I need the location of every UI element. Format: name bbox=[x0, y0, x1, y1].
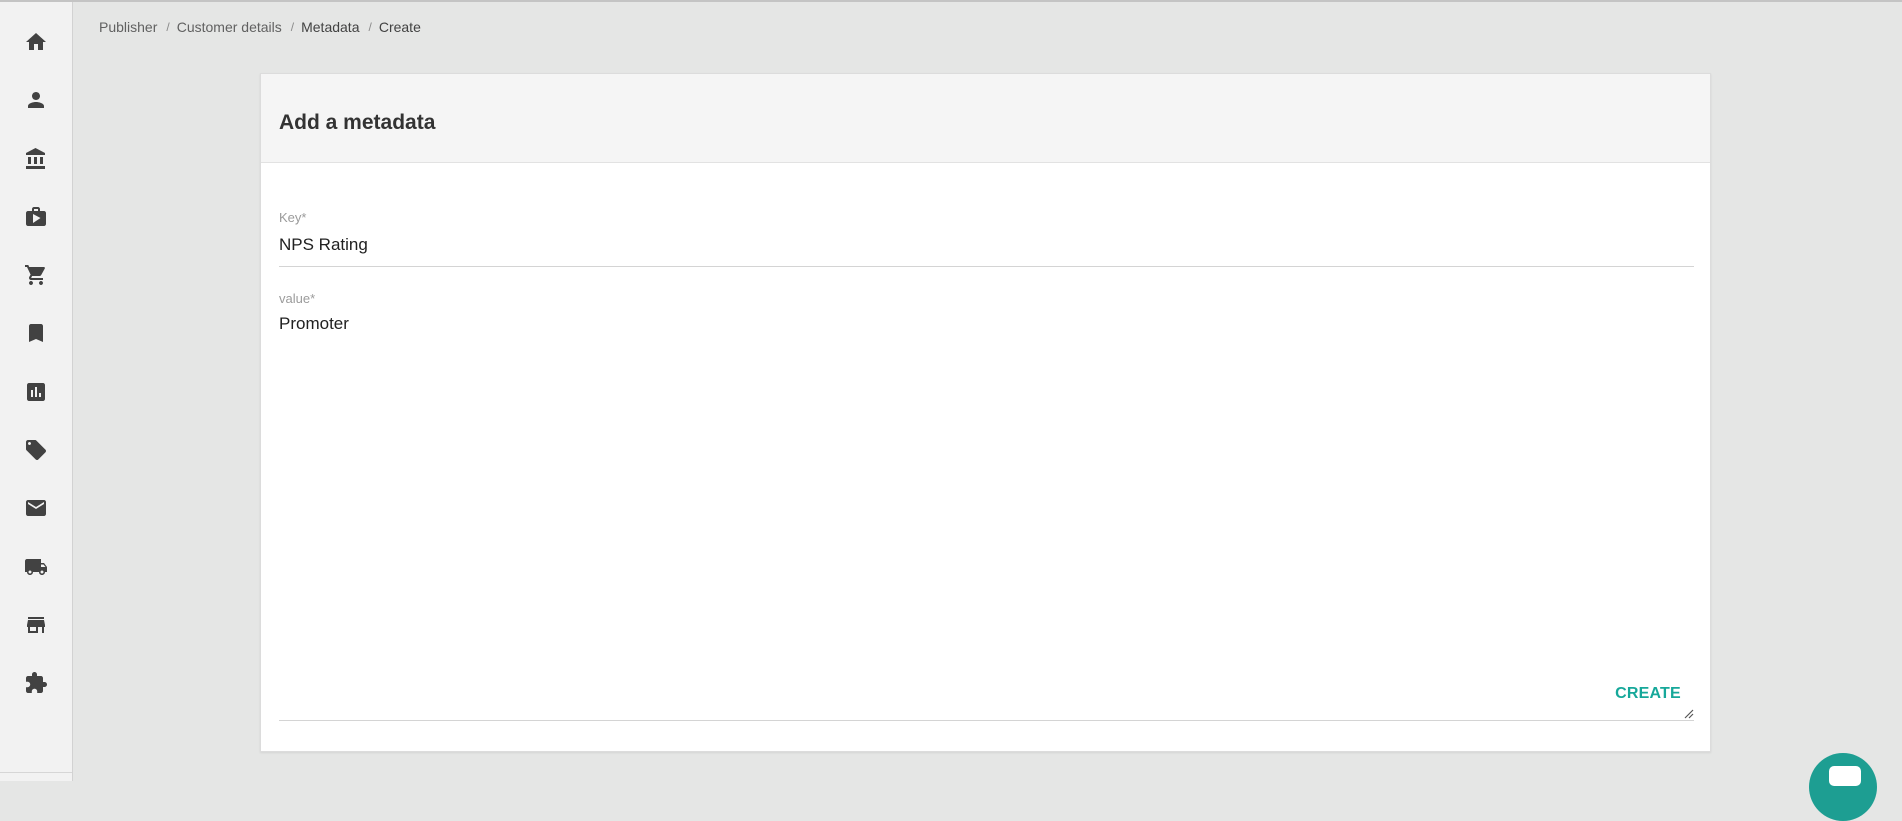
sidebar-item-integrations[interactable] bbox=[0, 654, 72, 712]
sidebar-item-messages[interactable] bbox=[0, 479, 72, 537]
value-label: value* bbox=[279, 291, 316, 306]
value-textarea[interactable]: Promoter bbox=[279, 311, 1694, 716]
cart-icon bbox=[25, 265, 45, 285]
truck-icon bbox=[25, 559, 47, 575]
home-icon bbox=[26, 33, 46, 50]
bank-icon bbox=[26, 148, 45, 169]
key-field: Key* bbox=[279, 210, 1694, 267]
top-border bbox=[0, 0, 1902, 2]
chat-launcher-button[interactable] bbox=[1809, 753, 1877, 821]
breadcrumb-publisher[interactable]: Publisher bbox=[99, 19, 157, 35]
breadcrumb-separator: / bbox=[166, 20, 170, 34]
sidebar-item-bank[interactable] bbox=[0, 130, 72, 188]
breadcrumb-customer-details[interactable]: Customer details bbox=[177, 19, 282, 35]
ticket-icon bbox=[26, 440, 46, 460]
sidebar-item-orders[interactable] bbox=[0, 246, 72, 304]
sidebar-divider bbox=[0, 772, 72, 773]
key-label: Key* bbox=[279, 210, 307, 225]
breadcrumb-separator: / bbox=[290, 20, 295, 34]
value-field: value* Promoter bbox=[279, 291, 1694, 721]
chat-icon bbox=[1829, 766, 1861, 786]
metadata-form-card: Add a metadata Key* value* Promoter CREA… bbox=[260, 73, 1711, 752]
sidebar-item-products[interactable] bbox=[0, 188, 72, 246]
briefcase-play-icon bbox=[26, 207, 46, 226]
sidebar bbox=[0, 2, 73, 781]
store-icon bbox=[27, 617, 45, 633]
sidebar-item-reports[interactable] bbox=[0, 363, 72, 421]
key-input[interactable] bbox=[279, 233, 1694, 257]
bar-chart-icon bbox=[27, 383, 45, 401]
breadcrumb-separator: / bbox=[368, 20, 372, 34]
puzzle-icon bbox=[26, 672, 47, 693]
sidebar-item-shipping[interactable] bbox=[0, 538, 72, 596]
card-header: Add a metadata bbox=[261, 74, 1710, 163]
breadcrumb-create: Create bbox=[378, 19, 421, 35]
bookmark-icon bbox=[29, 324, 43, 342]
sidebar-item-home[interactable] bbox=[0, 13, 72, 71]
breadcrumb-metadata[interactable]: Metadata bbox=[301, 19, 359, 35]
breadcrumb: Publisher / Customer details / Metadata … bbox=[99, 19, 421, 35]
create-button[interactable]: CREATE bbox=[1601, 679, 1695, 709]
sidebar-item-coupons[interactable] bbox=[0, 421, 72, 479]
sidebar-item-store[interactable] bbox=[0, 596, 72, 654]
person-icon bbox=[28, 92, 44, 108]
sidebar-item-bookmarks[interactable] bbox=[0, 304, 72, 362]
sidebar-item-customers[interactable] bbox=[0, 71, 72, 129]
page-title: Add a metadata bbox=[279, 111, 436, 134]
mail-icon bbox=[26, 500, 46, 516]
